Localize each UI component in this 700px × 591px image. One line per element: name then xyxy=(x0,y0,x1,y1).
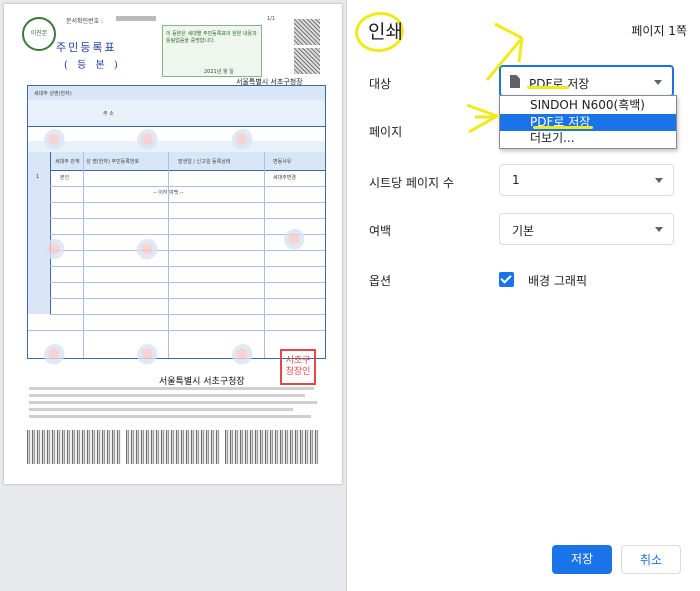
option-sindoh-printer[interactable]: SINDOH N600(흑백) xyxy=(500,97,676,114)
options-label: 옵션 xyxy=(369,274,392,288)
dialog-title: 인쇄 xyxy=(368,21,403,43)
watermark-emblem xyxy=(44,344,66,366)
document-icon xyxy=(510,75,520,88)
page-count: 페이지 1쪽 xyxy=(631,24,687,38)
destination-value: PDF로 저장 xyxy=(529,77,590,91)
background-graphics-checkbox[interactable] xyxy=(499,272,514,287)
page-of: 1/1 xyxy=(267,16,276,22)
annotation-arrow xyxy=(466,103,501,134)
watermark-emblem xyxy=(44,129,66,151)
watermark-emblem xyxy=(232,129,254,151)
save-button[interactable]: 저장 xyxy=(552,545,612,574)
chevron-down-icon xyxy=(655,227,663,232)
annotation-underline xyxy=(527,86,569,89)
barcode xyxy=(27,430,121,464)
issue-date: 2021년 월 일 xyxy=(204,69,234,75)
doc-number-label: 문서확인번호 : xyxy=(66,18,104,25)
watermark-emblem xyxy=(44,239,66,261)
list-end-marker: -- 이하 여백 -- xyxy=(153,190,184,196)
pages-per-sheet-select[interactable]: 1 xyxy=(499,164,674,196)
doc-subtitle: ( 등 본 ) xyxy=(64,60,121,71)
cancel-button[interactable]: 취소 xyxy=(621,545,681,574)
watermark-emblem xyxy=(284,229,306,251)
chevron-down-icon xyxy=(654,80,662,85)
row-change-reason: 세대주변경 xyxy=(273,175,297,181)
destination-dropdown[interactable]: SINDOH N600(흑백) PDF로 저장 더보기... xyxy=(499,95,677,149)
doc-number-redacted xyxy=(116,16,156,21)
margins-select[interactable]: 기본 xyxy=(499,213,674,245)
row-relation: 본인 xyxy=(60,175,70,181)
columns-header-row: 번호 세대주 관계 성 명(한자) 주민등록번호 발생일 / 신고일 등록상태 … xyxy=(28,152,325,171)
pages-per-sheet-label: 시트당 페이지 수 xyxy=(369,176,454,190)
doc-title: 주민등록표 xyxy=(56,41,117,54)
destination-select[interactable]: PDF로 저장 xyxy=(499,65,674,97)
watermark-emblem xyxy=(137,239,159,261)
pages-per-sheet-value: 1 xyxy=(512,173,520,187)
header-row: 세대주 성명(한자) xyxy=(28,86,325,101)
print-settings-panel: 인쇄 페이지 1쪽 대상 PDF로 저장 SINDOH N600(흑백) PDF… xyxy=(347,0,700,591)
barcode xyxy=(225,430,319,464)
watermark-emblem xyxy=(232,344,254,366)
copy-stamp: 이진본 xyxy=(22,17,56,51)
margins-value: 기본 xyxy=(512,224,535,238)
chevron-down-icon xyxy=(655,178,663,183)
resident-table: 세대주 성명(한자) 주 소 번호 세대주 관계 성 명(한자) 주민등록번호 … xyxy=(27,85,326,359)
margins-label: 여백 xyxy=(369,224,392,238)
qr-code-icon xyxy=(294,48,320,74)
qr-code-icon xyxy=(294,19,320,45)
address-header-row: 주 소 xyxy=(28,100,325,127)
destination-label: 대상 xyxy=(369,77,392,91)
number-column xyxy=(28,152,51,314)
preview-page: 문서확인번호 : 1/1 이진본 주민등록표 ( 등 본 ) 이 등본은 세대별… xyxy=(4,4,342,484)
watermark-emblem xyxy=(137,129,159,151)
option-see-more[interactable]: 더보기... xyxy=(500,130,676,147)
issuer-bottom: 서울특별시 서초구청장 xyxy=(159,377,245,387)
footnotes xyxy=(29,387,329,422)
watermark-emblem xyxy=(137,344,159,366)
pages-label: 페이지 xyxy=(369,125,403,139)
print-preview: 문서확인번호 : 1/1 이진본 주민등록표 ( 등 본 ) 이 등본은 세대별… xyxy=(0,0,347,591)
background-graphics-label[interactable]: 배경 그래픽 xyxy=(528,272,587,289)
row-number: 1 xyxy=(36,174,40,180)
annotation-underline xyxy=(533,126,593,129)
barcode xyxy=(126,430,220,464)
official-seal: 서초구청장인 xyxy=(280,349,316,385)
